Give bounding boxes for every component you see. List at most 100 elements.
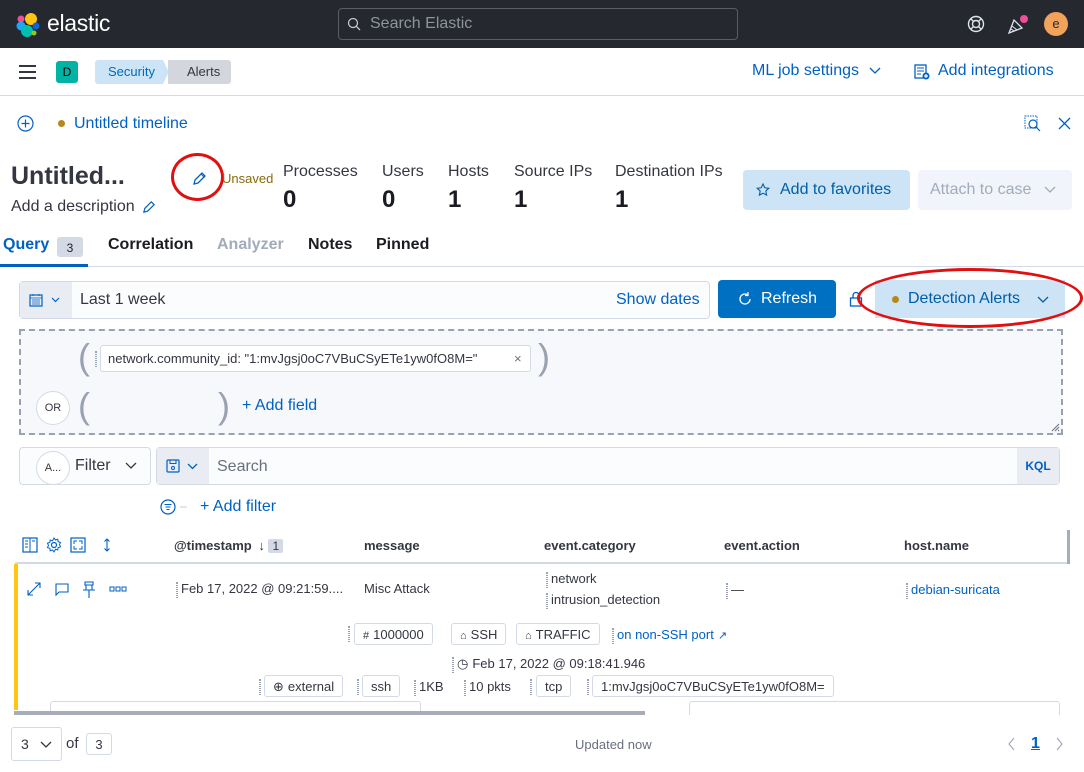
date-range-value[interactable]: Last 1 week — [80, 291, 165, 309]
globe-icon: ⊕ — [273, 679, 284, 694]
drag-handle[interactable] — [530, 679, 532, 695]
tab-pinned[interactable]: Pinned — [376, 236, 429, 254]
add-description-button[interactable]: Add a description — [11, 198, 156, 216]
detail-time[interactable]: ◷ Feb 17, 2022 @ 09:18:41.946 — [452, 656, 645, 673]
column-header-message[interactable]: message — [364, 538, 420, 553]
drag-handle[interactable] — [726, 582, 728, 599]
header-divider — [15, 562, 1067, 564]
tab-notes[interactable]: Notes — [308, 236, 352, 254]
drag-handle[interactable] — [259, 679, 261, 695]
tab-query[interactable]: Query — [3, 236, 49, 254]
add-to-favorites-button[interactable]: Add to favorites — [743, 170, 910, 210]
protocol-value: ssh — [371, 679, 392, 694]
elastic-logo-icon[interactable] — [14, 11, 42, 39]
community-id-chip[interactable]: 1:mvJgsj0oC7VBuCSyETe1yw0fO8M= — [592, 675, 834, 697]
column-header-timestamp[interactable]: @timestamp ↓ 1 — [174, 538, 284, 553]
signature-id-chip[interactable]: #1000000 — [354, 623, 433, 645]
drag-handle[interactable] — [546, 592, 548, 609]
cell-event-action: — — [726, 582, 744, 599]
query-language-button[interactable]: KQL — [1017, 448, 1059, 484]
drag-handle[interactable] — [464, 679, 466, 696]
next-page-icon[interactable] — [1055, 737, 1064, 751]
drag-handle[interactable] — [414, 679, 416, 696]
drag-handle[interactable] — [95, 351, 97, 367]
chevron-down-icon — [187, 463, 198, 470]
group-open-paren: ( — [78, 336, 90, 377]
tag-chip-ssh[interactable]: ⌂ SSH — [451, 623, 507, 645]
stat-processes-value: 0 — [283, 186, 297, 213]
tab-correlation[interactable]: Correlation — [108, 236, 193, 254]
cell-host-name[interactable]: debian-suricata — [906, 582, 1000, 599]
global-search-input[interactable]: Search Elastic — [338, 8, 738, 40]
timeline-tab-title[interactable]: Untitled timeline — [74, 115, 188, 133]
detail-time-value: Feb 17, 2022 @ 09:18:41.946 — [472, 656, 646, 671]
add-filter-button[interactable]: + Add filter — [200, 498, 276, 516]
direction-chip[interactable]: ⊕ external — [264, 675, 344, 697]
cell-event-category-1[interactable]: network — [546, 571, 597, 588]
drag-handle[interactable] — [906, 582, 908, 599]
drag-handle[interactable] — [176, 581, 178, 598]
add-integrations-link[interactable]: Add integrations — [938, 62, 1054, 80]
stat-hosts-label: Hosts — [448, 163, 489, 180]
data-provider-pill[interactable]: network.community_id: "1:mvJgsj0oC7VBuCS… — [95, 345, 531, 372]
query-count-badge: 3 — [57, 237, 83, 257]
expand-event-icon[interactable] — [26, 581, 42, 597]
previous-page-icon[interactable] — [1007, 737, 1016, 751]
new-timeline-plus-icon[interactable] — [17, 115, 34, 132]
close-icon[interactable] — [1058, 117, 1071, 130]
add-note-icon[interactable] — [54, 582, 70, 597]
column-header-event-action[interactable]: event.action — [724, 538, 800, 553]
user-avatar[interactable]: e — [1044, 12, 1068, 36]
drag-handle[interactable] — [612, 627, 614, 644]
kql-search-input[interactable]: Search — [217, 458, 268, 476]
refresh-label: Refresh — [761, 290, 818, 307]
add-field-button[interactable]: + Add field — [242, 397, 317, 415]
kql-search-bar[interactable] — [156, 447, 1060, 485]
resize-handle-icon[interactable] — [1050, 422, 1060, 432]
packets-value[interactable]: 10 pkts — [464, 679, 511, 696]
gear-icon[interactable] — [46, 537, 62, 553]
chevron-down-icon — [40, 741, 52, 748]
help-lifebuoy-icon[interactable] — [967, 15, 985, 33]
cell-timestamp[interactable]: Feb 17, 2022 @ 09:21:59.... — [176, 581, 343, 598]
refresh-button[interactable]: Refresh — [718, 280, 836, 318]
menu-hamburger-icon[interactable] — [19, 65, 36, 79]
drag-handle[interactable] — [587, 679, 589, 695]
cell-event-category-2[interactable]: intrusion_detection — [546, 592, 660, 609]
ml-job-settings-button[interactable]: ML job settings — [752, 62, 881, 80]
transport-chip[interactable]: tcp — [536, 675, 572, 697]
inspect-icon[interactable] — [1024, 115, 1041, 132]
drag-handle[interactable] — [546, 571, 548, 588]
pin-icon[interactable] — [82, 581, 96, 598]
date-quick-select-button[interactable] — [20, 282, 72, 318]
horizontal-scrollbar[interactable] — [14, 711, 645, 715]
row-height-icon[interactable] — [102, 538, 112, 552]
ml-job-settings-label: ML job settings — [752, 62, 860, 79]
fullscreen-icon[interactable] — [70, 537, 86, 553]
page-1-link[interactable]: 1 — [1031, 735, 1040, 753]
host-name-link[interactable]: debian-suricata — [911, 582, 1000, 597]
rows-per-page-select[interactable]: 3 — [11, 727, 62, 761]
filter-menu-icon[interactable] — [160, 499, 188, 515]
tag-chip-traffic[interactable]: ⌂ TRAFFIC — [516, 623, 600, 645]
breadcrumb-security[interactable]: Security — [95, 60, 169, 84]
saved-query-menu-button[interactable] — [157, 448, 209, 484]
drag-handle[interactable] — [348, 626, 350, 642]
tab-analyzer[interactable]: Analyzer — [217, 236, 284, 254]
remove-provider-close-icon[interactable]: × — [514, 346, 522, 372]
column-header-event-category[interactable]: event.category — [544, 538, 636, 553]
space-avatar[interactable]: D — [56, 61, 78, 83]
vertical-scrollbar[interactable] — [1067, 530, 1070, 564]
signature-link[interactable]: on non-SSH port ↗ — [612, 627, 727, 644]
protocol-chip[interactable]: ssh — [362, 675, 401, 697]
fields-browser-icon[interactable] — [22, 537, 38, 553]
bytes-value[interactable]: 1KB — [414, 679, 444, 696]
show-dates-button[interactable]: Show dates — [616, 291, 700, 309]
drag-handle[interactable] — [452, 656, 454, 673]
newsfeed-icon[interactable] — [1007, 15, 1029, 35]
attach-to-case-button[interactable]: Attach to case — [918, 170, 1072, 210]
drag-handle[interactable] — [357, 679, 359, 695]
column-header-host-name[interactable]: host.name — [904, 538, 969, 553]
sort-descending-icon[interactable]: ↓ — [258, 538, 265, 553]
more-actions-icon[interactable] — [109, 586, 127, 592]
